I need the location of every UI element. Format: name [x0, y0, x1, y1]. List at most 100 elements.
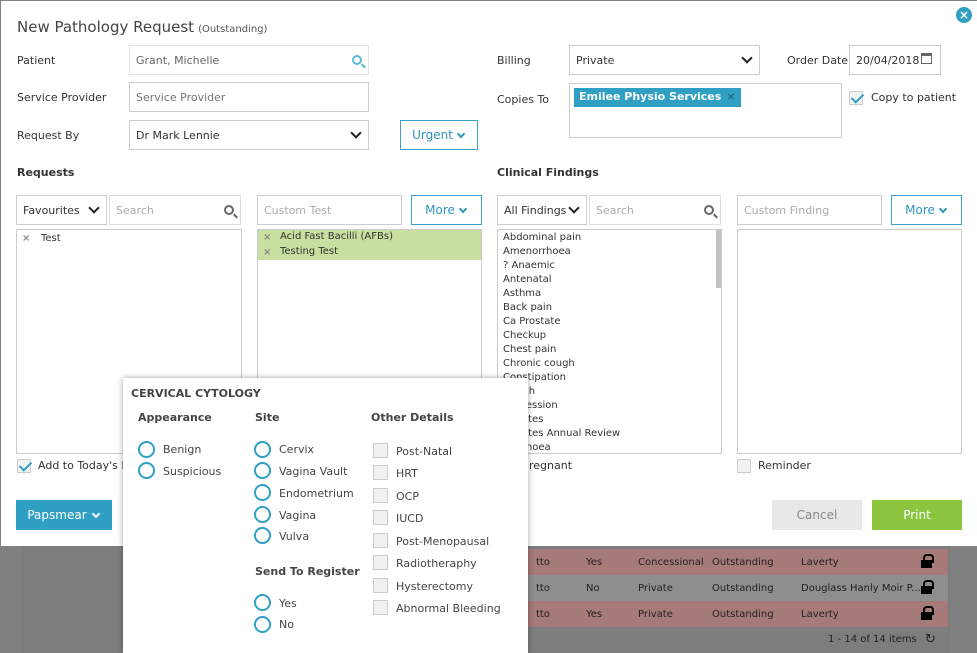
checkbox-hrt[interactable]	[373, 465, 388, 480]
remove-tag-icon[interactable]: ×	[726, 90, 735, 103]
copies-to-label: Copies To	[497, 93, 550, 106]
row-status: Outstanding	[712, 582, 774, 594]
add-to-today-label: Add to Today's No	[38, 459, 137, 472]
add-to-today-checkbox[interactable]	[17, 459, 31, 473]
hysterectomy-label: Hysterectomy	[396, 580, 473, 593]
chevron-down-icon	[938, 204, 948, 213]
modal-title: New Pathology Request (Outstanding)	[17, 18, 267, 36]
print-button[interactable]: Print	[872, 500, 962, 530]
patient-field[interactable]: Grant, Michelle	[129, 45, 369, 75]
radio-suspicious[interactable]	[138, 462, 155, 479]
remove-icon[interactable]: ×	[22, 232, 30, 245]
findings-search-input[interactable]: Search	[589, 195, 721, 225]
request-by-label: Request By	[17, 129, 80, 142]
remove-icon[interactable]: ×	[263, 231, 271, 245]
findings-filter-select[interactable]: All Findings	[497, 195, 587, 225]
list-item[interactable]: × Test	[17, 232, 241, 246]
radio-vagina-vault[interactable]	[254, 462, 271, 479]
request-by-select[interactable]: Dr Mark Lennie	[129, 120, 369, 150]
checkbox-abnormal-bleeding[interactable]	[373, 600, 388, 615]
list-item[interactable]: Amenorrhoea	[498, 245, 721, 259]
list-item[interactable]: Asthma	[498, 287, 721, 301]
send-to-register-heading: Send To Register	[255, 565, 360, 578]
close-icon[interactable]: ×	[956, 7, 972, 23]
selected-item-label: Acid Fast Bacilli (AFBs)	[280, 231, 393, 242]
radio-benign[interactable]	[138, 441, 155, 458]
urgent-button[interactable]: Urgent	[400, 120, 478, 150]
checkbox-post-menopausal[interactable]	[373, 533, 388, 548]
radiotheraphy-label: Radiotheraphy	[396, 557, 477, 570]
chevron-down-icon	[350, 127, 362, 139]
refresh-icon[interactable]: ↻	[925, 632, 936, 647]
list-item[interactable]: etes Annual Review	[498, 427, 721, 441]
remove-icon[interactable]: ×	[263, 246, 271, 260]
copies-to-tag: Emilee Physio Services ×	[574, 88, 741, 107]
custom-test-input[interactable]: Custom Test	[257, 195, 402, 225]
list-item[interactable]: Ca Prostate	[498, 315, 721, 329]
checkbox-ocp[interactable]	[373, 488, 388, 503]
list-item[interactable]: ? Anaemic	[498, 259, 721, 273]
papsmear-label: Papsmear	[27, 508, 87, 522]
list-item[interactable]: ression	[498, 399, 721, 413]
patient-label: Patient	[17, 54, 56, 67]
requests-search-placeholder: Search	[116, 203, 154, 217]
findings-search-placeholder: Search	[596, 203, 634, 217]
list-item[interactable]: × Acid Fast Bacilli (AFBs)	[258, 230, 481, 245]
list-item[interactable]: Cough	[498, 385, 721, 399]
service-provider-input[interactable]	[129, 82, 369, 112]
list-item[interactable]: Abdominal pain	[498, 231, 721, 245]
custom-finding-input[interactable]: Custom Finding	[737, 195, 882, 225]
checkbox-radiotheraphy[interactable]	[373, 555, 388, 570]
search-icon[interactable]	[224, 205, 234, 215]
checkbox-post-natal[interactable]	[373, 443, 388, 458]
row-flag: No	[586, 582, 600, 594]
radio-register-no[interactable]	[254, 616, 271, 633]
service-provider-label: Service Provider	[17, 91, 107, 104]
copy-to-patient-checkbox[interactable]	[849, 91, 863, 105]
checkbox-hysterectomy[interactable]	[373, 578, 388, 593]
radio-register-yes[interactable]	[254, 594, 271, 611]
radio-cervix[interactable]	[254, 441, 271, 458]
list-item[interactable]: Constipation	[498, 371, 721, 385]
findings-scrollbar[interactable]	[716, 230, 721, 288]
list-item[interactable]: Antenatal	[498, 273, 721, 287]
row-billing: Concessional	[638, 556, 704, 568]
requests-more-button[interactable]: More	[411, 195, 482, 225]
reminder-checkbox[interactable]	[737, 459, 751, 473]
list-item[interactable]: etes	[498, 413, 721, 427]
list-item[interactable]: × Testing Test	[258, 245, 481, 260]
list-item[interactable]: Back pain	[498, 301, 721, 315]
radio-vagina[interactable]	[254, 506, 271, 523]
vagina-label: Vagina	[279, 509, 317, 522]
cervical-cytology-popup: CERVICAL CYTOLOGY Appearance Benign Susp…	[123, 378, 528, 653]
vagina-vault-label: Vagina Vault	[279, 465, 348, 478]
requests-search-input[interactable]: Search	[109, 195, 241, 225]
search-icon[interactable]	[352, 55, 362, 65]
abnormal-bleeding-label: Abnormal Bleeding	[396, 602, 501, 615]
calendar-icon[interactable]	[921, 53, 932, 64]
radio-vulva[interactable]	[254, 527, 271, 544]
table-row: tto Yes Concessional Outstanding Laverty	[528, 549, 948, 575]
search-icon[interactable]	[704, 205, 714, 215]
findings-filter-value: All Findings	[504, 203, 567, 217]
popup-title: CERVICAL CYTOLOGY	[131, 387, 261, 400]
clinical-findings-title: Clinical Findings	[497, 166, 599, 179]
list-item[interactable]: rhoea	[498, 441, 721, 453]
list-item[interactable]: Chest pain	[498, 343, 721, 357]
vulva-label: Vulva	[279, 530, 310, 543]
radio-endometrium[interactable]	[254, 484, 271, 501]
list-item[interactable]: Checkup	[498, 329, 721, 343]
more-label: More	[905, 203, 935, 217]
billing-select[interactable]: Private	[569, 45, 760, 75]
billing-value: Private	[576, 53, 615, 67]
findings-more-button[interactable]: More	[891, 195, 962, 225]
favourites-select[interactable]: Favourites	[16, 195, 107, 225]
lock-icon	[921, 580, 934, 594]
checkbox-iucd[interactable]	[373, 510, 388, 525]
papsmear-button[interactable]: Papsmear	[16, 500, 112, 530]
requests-title: Requests	[17, 166, 75, 179]
row-provider: Laverty	[801, 608, 839, 620]
cancel-button[interactable]: Cancel	[772, 500, 862, 530]
list-item[interactable]: Chronic cough	[498, 357, 721, 371]
pregnant-label: regnant	[529, 459, 573, 472]
